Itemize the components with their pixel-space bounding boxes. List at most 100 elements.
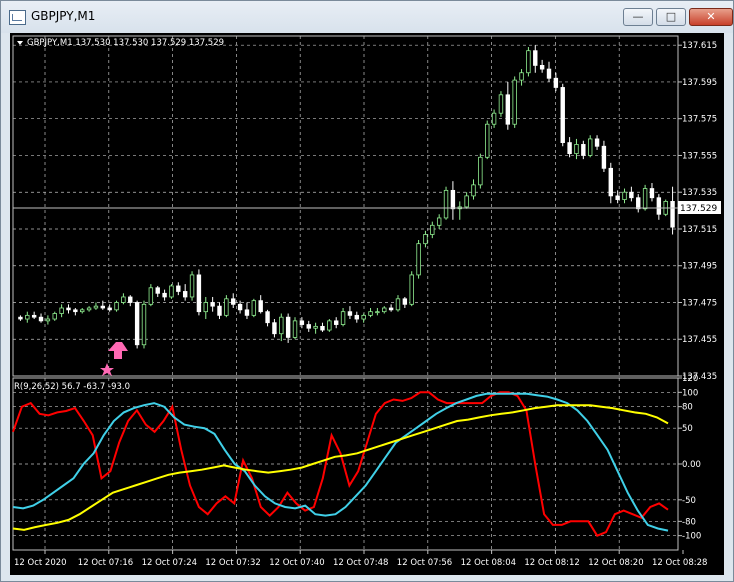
candle-body <box>52 313 57 320</box>
chart-header-dropdown-icon[interactable] <box>17 41 23 45</box>
candle-body <box>279 316 284 335</box>
price-tick-label: 137.455 <box>682 335 717 345</box>
time-tick-label: 12 Oct 07:32 <box>205 558 260 568</box>
candle-body <box>258 300 263 313</box>
time-tick-label: 12 Oct 2020 <box>14 558 67 568</box>
level-tick-label: -100 <box>682 532 701 542</box>
level-tick-label: 80 <box>682 403 693 413</box>
level-tick-label: 120 <box>682 374 698 384</box>
price-tick-label: 137.615 <box>682 41 717 51</box>
candle-body <box>25 314 30 320</box>
candle-body <box>464 195 469 208</box>
candle-body <box>121 296 126 303</box>
candle-body <box>155 287 160 294</box>
candle-body <box>148 287 154 305</box>
time-tick-label: 12 Oct 07:24 <box>142 558 197 568</box>
candle-body <box>224 298 229 316</box>
candle-body <box>141 303 147 346</box>
indicator-line-r26 <box>12 392 669 532</box>
price-tick-label: 137.575 <box>682 115 717 125</box>
candle-body <box>615 195 620 200</box>
candle-body <box>182 291 188 298</box>
candle-body <box>567 142 572 155</box>
candle-body <box>491 112 497 125</box>
candle-body <box>388 307 394 311</box>
candle-body <box>86 307 92 311</box>
candle-body <box>505 94 511 125</box>
candle-body <box>416 243 421 276</box>
level-tick-label: 0.00 <box>682 460 701 470</box>
maximize-button[interactable]: □ <box>656 8 686 26</box>
time-tick-label: 12 Oct 07:56 <box>397 558 452 568</box>
candle-body <box>210 302 215 307</box>
price-tick-label: 137.535 <box>682 188 717 198</box>
chart-svg[interactable]: 137.615 137.595 137.575 137.555 137.535 137.5… <box>10 33 724 575</box>
close-button[interactable]: ✕ <box>689 8 733 26</box>
candle-body <box>656 197 662 215</box>
candle-body <box>299 320 305 325</box>
candle-body <box>38 316 44 322</box>
candle-body <box>327 320 332 331</box>
candle-body <box>649 188 655 199</box>
candle-body <box>100 305 106 309</box>
candle-body <box>244 309 250 316</box>
title-bar[interactable]: GBPJPY,M1 — □ ✕ <box>1 1 733 33</box>
candle-body <box>375 311 380 314</box>
candle-body <box>512 79 517 125</box>
candle-body <box>436 217 442 226</box>
candle-body <box>66 307 71 311</box>
candle-body <box>361 314 366 320</box>
candle-body <box>498 94 504 114</box>
indicator-level-axis: 120 100 80 50 0.00 -50 -80 -100 <box>678 374 701 542</box>
time-tick-label: 12 Oct 08:28 <box>652 558 707 568</box>
candle-body <box>430 224 435 235</box>
candle-body <box>306 324 311 329</box>
price-tick-label: 137.595 <box>682 78 717 88</box>
time-tick-label: 12 Oct 08:04 <box>461 558 516 568</box>
candle-body <box>450 189 456 210</box>
candle-body <box>217 305 222 316</box>
candle-body <box>587 138 593 156</box>
level-tick-label: 100 <box>682 388 698 398</box>
candle-body <box>443 189 449 219</box>
price-tick-label: 137.475 <box>682 298 717 308</box>
time-tick-label: 12 Oct 07:48 <box>333 558 388 568</box>
time-tick-label: 12 Oct 08:12 <box>524 558 579 568</box>
candle-body <box>670 201 675 228</box>
candle-body <box>292 320 298 338</box>
main-chart-frame <box>12 35 679 377</box>
candle-body <box>636 197 641 210</box>
candle-body <box>395 298 401 311</box>
candle-body <box>409 274 414 305</box>
candle-body <box>237 303 243 311</box>
candle-body <box>533 50 538 66</box>
maximize-icon: □ <box>665 10 677 23</box>
close-icon: ✕ <box>706 10 716 23</box>
candlestick-series <box>18 45 675 349</box>
candle-body <box>93 305 99 309</box>
time-tick-label: 12 Oct 08:20 <box>588 558 643 568</box>
window-title: GBPJPY,M1 <box>31 9 96 23</box>
candle-body <box>608 167 613 197</box>
candle-body <box>231 298 236 305</box>
candle-body <box>196 274 202 313</box>
candle-body <box>285 316 291 338</box>
current-price-label: 137.529 <box>680 204 717 214</box>
chart-window-icon <box>9 10 26 25</box>
candle-body <box>31 314 37 318</box>
candle-body <box>382 307 387 313</box>
candle-body <box>629 191 634 199</box>
minimize-button[interactable]: — <box>623 8 653 26</box>
candle-body <box>189 274 195 298</box>
candle-body <box>368 311 373 316</box>
chart-window: GBPJPY,M1 — □ ✕ 137.615 137.595 137.575 137… <box>0 0 734 582</box>
candle-body <box>107 307 112 311</box>
candle-body <box>320 325 325 331</box>
level-tick-label: -80 <box>682 517 696 527</box>
chart-area[interactable]: 137.615 137.595 137.575 137.555 137.535 137.5… <box>10 33 724 575</box>
price-tick-label: 137.555 <box>682 151 717 161</box>
candle-body <box>340 311 346 325</box>
candle-body <box>334 320 339 325</box>
candle-body <box>347 311 353 316</box>
price-tick-label: 137.515 <box>682 225 717 235</box>
